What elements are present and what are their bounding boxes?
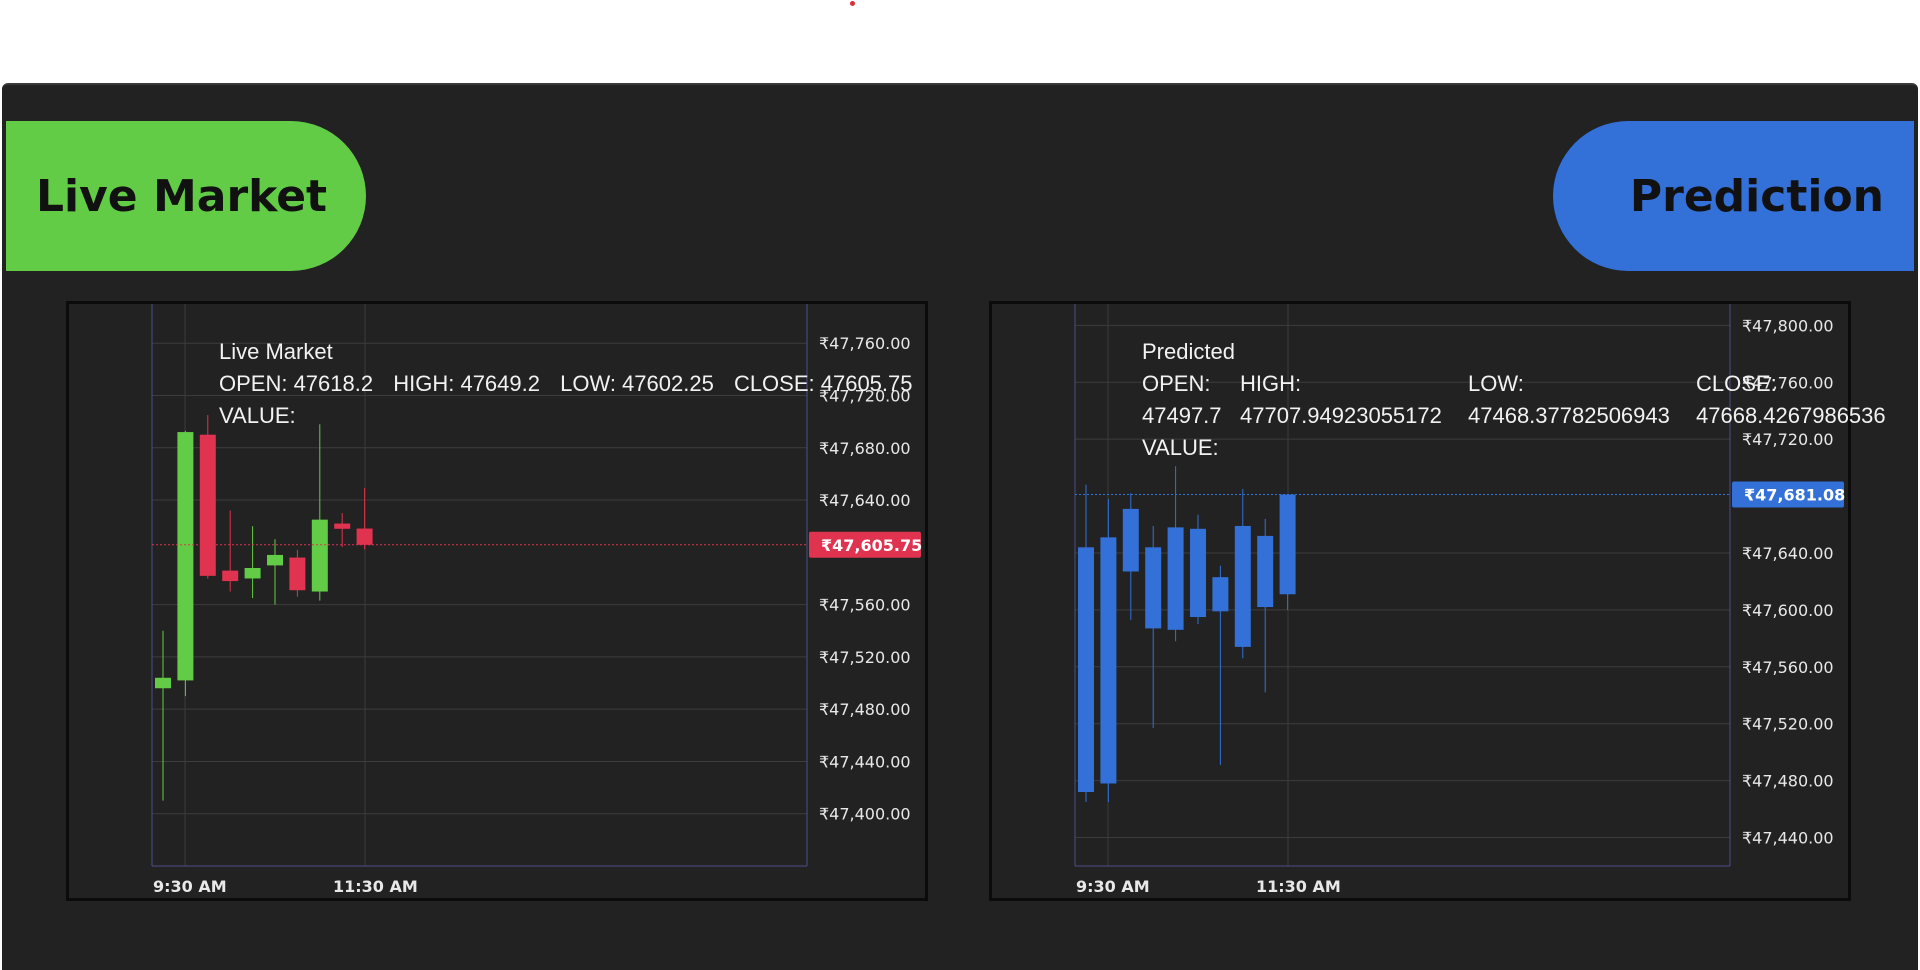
y-tick-label: ₹47,480.00 <box>819 700 911 719</box>
y-tick-label: ₹47,440.00 <box>819 752 911 771</box>
y-tick-label: ₹47,440.00 <box>1742 829 1834 848</box>
y-tick-label: ₹47,640.00 <box>1742 544 1834 563</box>
y-tick-label: ₹47,520.00 <box>1742 715 1834 734</box>
x-tick-label: 11:30 AM <box>333 877 418 896</box>
candle-body <box>1167 527 1184 630</box>
x-tick-label: 9:30 AM <box>153 877 227 896</box>
candle-body <box>244 568 261 579</box>
last-price-label: ₹47,605.75 <box>821 536 922 555</box>
y-tick-label: ₹47,720.00 <box>819 386 911 405</box>
candle-body <box>1122 508 1139 572</box>
prediction-tab[interactable]: Prediction <box>1553 121 1914 271</box>
candle-body <box>1100 537 1117 784</box>
candle-body <box>311 519 328 592</box>
candle-body <box>1212 577 1229 612</box>
live-market-tab-label: Live Market <box>36 170 328 222</box>
y-tick-label: ₹47,800.00 <box>1742 316 1834 335</box>
live-market-tab[interactable]: Live Market <box>6 121 366 271</box>
y-tick-label: ₹47,560.00 <box>1742 658 1834 677</box>
candle-body <box>222 570 239 582</box>
candle-body <box>1078 547 1094 793</box>
y-tick-label: ₹47,720.00 <box>1742 430 1834 449</box>
y-tick-label: ₹47,400.00 <box>819 805 911 824</box>
candle-body <box>1145 547 1162 629</box>
candle-body <box>1190 528 1206 618</box>
candle-body <box>267 554 283 566</box>
indicator-dot <box>850 1 855 6</box>
candle-body <box>1234 525 1251 647</box>
y-tick-label: ₹47,680.00 <box>819 439 911 458</box>
candle-body <box>199 434 216 576</box>
y-tick-label: ₹47,520.00 <box>819 648 911 667</box>
prediction-tab-label: Prediction <box>1629 170 1884 222</box>
y-tick-label: ₹47,760.00 <box>819 334 911 353</box>
live-market-chart[interactable]: ₹47,760.00 ₹47,720.00 ₹47,680.00 ₹47,640.00… <box>66 301 928 901</box>
live-chart-canvas[interactable]: ₹47,760.00 ₹47,720.00 ₹47,680.00 ₹47,640.00… <box>69 304 925 898</box>
candle-body <box>1257 535 1274 608</box>
y-tick-label: ₹47,640.00 <box>819 491 911 510</box>
candle-body <box>177 432 194 681</box>
prediction-chart-canvas[interactable]: ₹47,800.00 ₹47,760.00 ₹47,720.00 ₹47,640.00… <box>992 304 1848 898</box>
candle-body <box>334 523 351 529</box>
y-tick-label: ₹47,600.00 <box>1742 601 1834 620</box>
candle-body <box>356 528 373 545</box>
candle-body <box>1279 494 1296 595</box>
candle-body <box>155 677 171 689</box>
prediction-chart[interactable]: ₹47,800.00 ₹47,760.00 ₹47,720.00 ₹47,640.00… <box>989 301 1886 901</box>
y-tick-label: ₹47,760.00 <box>1742 373 1834 392</box>
last-price-label: ₹47,681.08 <box>1744 486 1845 505</box>
y-tick-label: ₹47,480.00 <box>1742 772 1834 791</box>
y-tick-label: ₹47,560.00 <box>819 596 911 615</box>
x-tick-label: 11:30 AM <box>1256 877 1341 896</box>
x-tick-label: 9:30 AM <box>1076 877 1150 896</box>
candle-body <box>289 557 306 591</box>
